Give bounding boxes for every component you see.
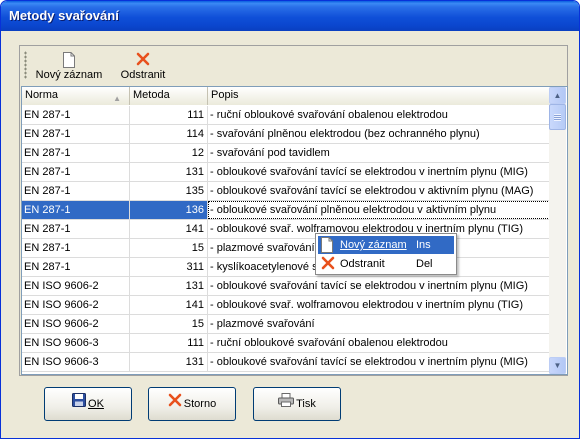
table-row[interactable]: EN 287-1 136- obloukové svařování plněnou… [22, 201, 550, 220]
cancel-x-icon [168, 388, 182, 420]
printer-icon [278, 388, 295, 420]
cell-popis: - ruční obloukové svařování obalenou ele… [210, 337, 448, 349]
new-record-button[interactable]: Nový záznam [33, 49, 105, 83]
cell-popis: - svařování pod tavidlem [210, 147, 330, 159]
toolbar: Nový záznam Odstranit [21, 47, 566, 84]
cell-norma: EN 287-1 [22, 258, 130, 276]
cell-popis: - obloukové svař. wolframovou elektrodou… [210, 299, 524, 311]
cell-norma: EN ISO 9606-3 [22, 334, 130, 352]
dialog-client: Nový záznam Odstranit Norma ▲ Metoda Pop… [4, 31, 576, 436]
cell-popis: - obloukové svařování tavící se elektrod… [210, 280, 528, 292]
cell-norma: EN 287-1 [22, 163, 130, 181]
cell-norma: EN 287-1 [22, 239, 130, 257]
cell-norma: EN ISO 9606-2 [22, 315, 130, 333]
sort-ascending-icon: ▲ [113, 94, 121, 103]
cell-metoda: 114 [130, 125, 208, 143]
cell-metoda: 111 [130, 106, 208, 124]
cell-metoda: 135 [130, 182, 208, 200]
cell-norma: EN 287-1 [22, 220, 130, 238]
cell-metoda: 12 [130, 144, 208, 162]
cell-popis: - obloukové svařování plněnou elektrodou… [208, 201, 550, 219]
cell-popis: - ruční obloukové svařování obalenou ele… [210, 109, 448, 121]
save-disk-icon [72, 388, 87, 420]
delete-label: Odstranit [120, 69, 166, 81]
table-row[interactable]: EN 287-1 141- obloukové svař. wolframovou… [22, 220, 550, 239]
cell-norma: EN 287-1 [22, 201, 130, 219]
context-menu-delete[interactable]: Odstranit Del [318, 255, 454, 273]
column-header-metoda[interactable]: Metoda [130, 87, 208, 105]
ok-button[interactable]: OK [44, 387, 132, 421]
cell-metoda: 136 [130, 201, 208, 219]
column-header-norma[interactable]: Norma ▲ [22, 87, 130, 105]
cell-metoda: 131 [130, 353, 208, 371]
cell-metoda: 131 [130, 163, 208, 181]
new-document-icon [33, 52, 105, 68]
column-header-popis[interactable]: Popis [208, 87, 550, 105]
cell-metoda: 111 [130, 334, 208, 352]
cell-norma: EN 287-1 [22, 182, 130, 200]
cancel-button[interactable]: Storno [148, 387, 236, 421]
cell-norma: EN 287-1 [22, 125, 130, 143]
vertical-scrollbar[interactable]: ▲ ▼ [549, 87, 566, 374]
title-bar[interactable]: Metody svařování [1, 1, 579, 31]
table-row[interactable]: EN 287-1 135- obloukové svařování tavící … [22, 182, 550, 201]
table-row[interactable]: EN ISO 9606-3 131- obloukové svařování ta… [22, 353, 550, 372]
cell-metoda: 141 [130, 220, 208, 238]
grid-header: Norma ▲ Metoda Popis [22, 87, 550, 105]
scroll-thumb[interactable] [549, 104, 566, 130]
table-row[interactable]: EN 287-1 111- ruční obloukové svařování o… [22, 106, 550, 125]
table-row[interactable]: EN ISO 9606-3 111- ruční obloukové svařov… [22, 334, 550, 353]
print-button[interactable]: Tisk [253, 387, 341, 421]
cell-popis: - obloukové svařování tavící se elektrod… [210, 166, 528, 178]
table-row[interactable]: EN 287-1 15- plazmové svařování [22, 239, 550, 258]
new-document-icon [321, 237, 337, 253]
cell-metoda: 311 [130, 258, 208, 276]
scroll-down-icon[interactable]: ▼ [549, 357, 566, 374]
cell-norma: EN 287-1 [22, 106, 130, 124]
cell-norma: EN ISO 9606-2 [22, 296, 130, 314]
table-row[interactable]: EN 287-1 114- svařování plněnou elektrodo… [22, 125, 550, 144]
cell-norma: EN ISO 9606-3 [22, 353, 130, 371]
table-row[interactable]: EN 287-1 12- svařování pod tavidlem [22, 144, 550, 163]
cell-norma: EN 287-1 [22, 144, 130, 162]
cell-metoda: 131 [130, 277, 208, 295]
cell-metoda: 15 [130, 315, 208, 333]
methods-grid: Norma ▲ Metoda Popis EN 287-1 111- ruční … [21, 86, 568, 375]
context-menu: Nový záznam Ins Odstranit Del [315, 233, 457, 275]
cell-popis: - obloukové svařování tavící se elektrod… [210, 185, 534, 197]
table-row[interactable]: EN ISO 9606-2 15- plazmové svařování [22, 315, 550, 334]
window-title: Metody svařování [9, 8, 119, 23]
cell-popis: - obloukové svařování tavící se elektrod… [210, 356, 528, 368]
table-row[interactable]: EN 287-1 131- obloukové svařování tavící … [22, 163, 550, 182]
table-row[interactable]: EN 287-1 311- kyslíkoacetylenové svařován… [22, 258, 550, 277]
cell-popis: - svařování plněnou elektrodou (bez ochr… [210, 128, 480, 140]
table-row[interactable]: EN ISO 9606-2 131- obloukové svařování ta… [22, 277, 550, 296]
new-record-label: Nový záznam [35, 69, 103, 81]
records-panel: Nový záznam Odstranit Norma ▲ Metoda Pop… [19, 45, 568, 376]
cell-metoda: 15 [130, 239, 208, 257]
cell-metoda: 141 [130, 296, 208, 314]
delete-x-icon [321, 256, 337, 272]
delete-button[interactable]: Odstranit [113, 49, 173, 83]
cell-norma: EN ISO 9606-2 [22, 277, 130, 295]
delete-x-icon [113, 52, 173, 68]
cell-popis: - plazmové svařování [210, 318, 315, 330]
dialog-window: Metody svařování Nový záznam Odstranit N… [0, 0, 580, 439]
toolbar-grip[interactable] [24, 51, 27, 79]
table-row[interactable]: EN ISO 9606-2 141- obloukové svař. wolfra… [22, 296, 550, 315]
context-menu-new-record[interactable]: Nový záznam Ins [318, 236, 454, 254]
grid-rows: EN 287-1 111- ruční obloukové svařování o… [22, 106, 550, 372]
scroll-up-icon[interactable]: ▲ [549, 87, 566, 104]
